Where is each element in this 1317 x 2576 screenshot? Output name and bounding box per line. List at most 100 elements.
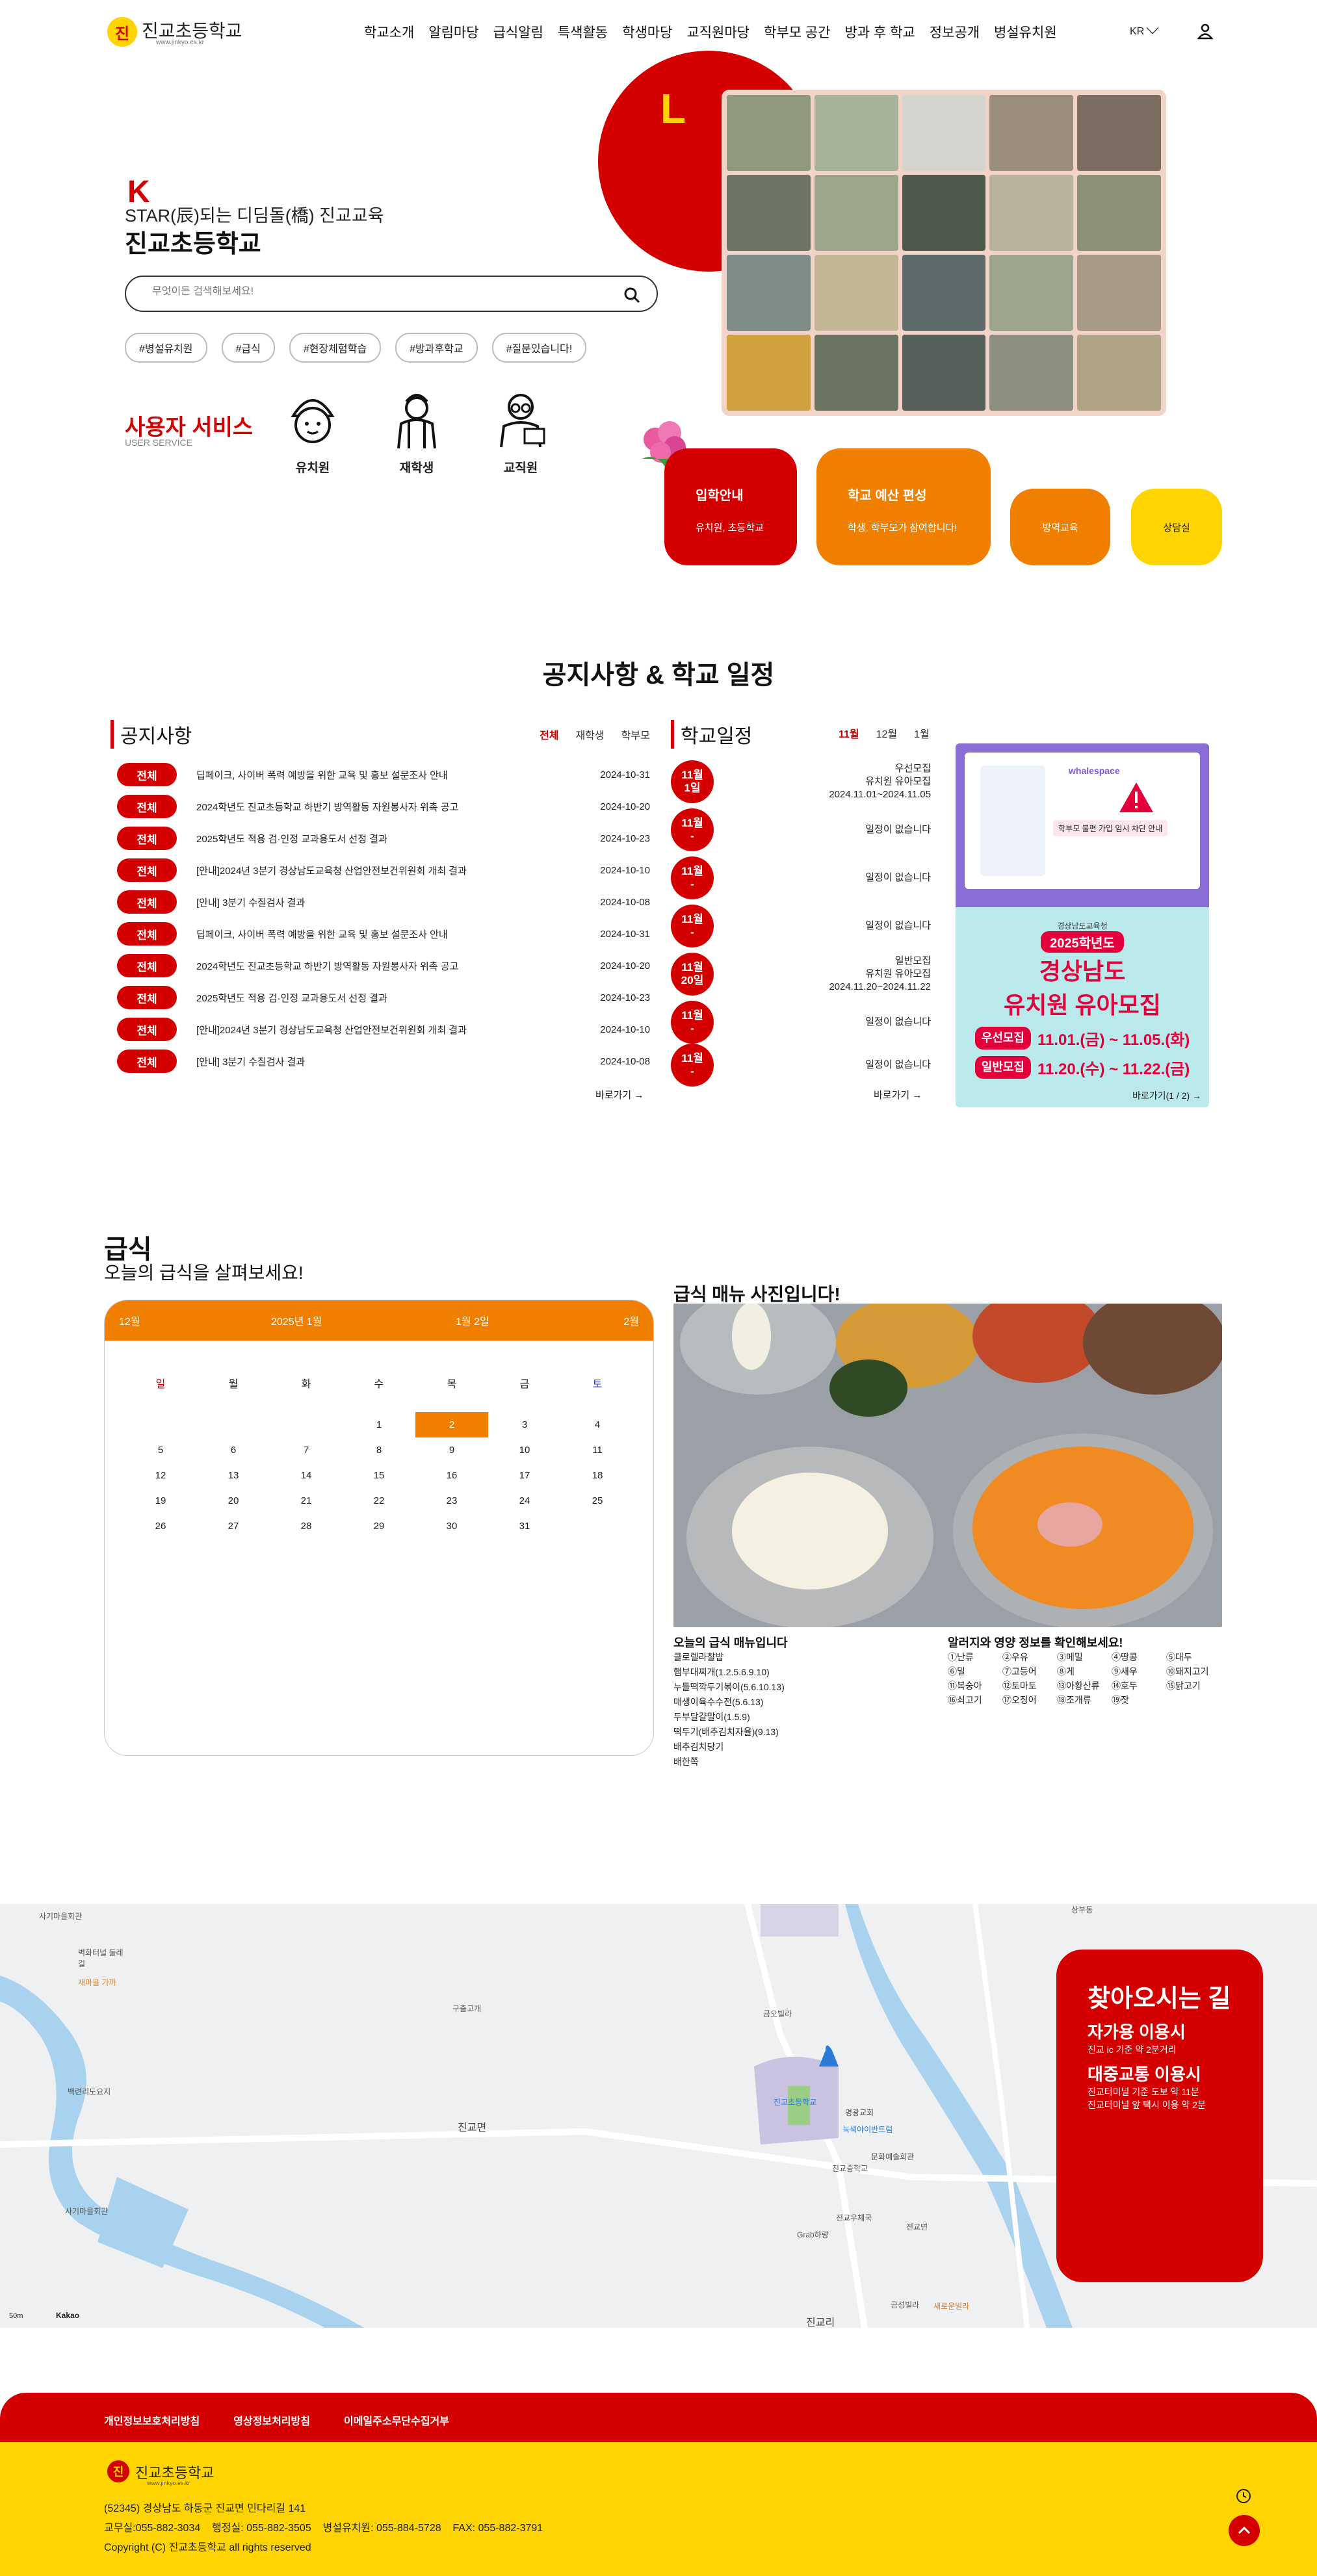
notice-filter-student[interactable]: 재학생 xyxy=(575,727,604,742)
calendar-day[interactable]: 14 xyxy=(270,1463,343,1488)
hashtag-question[interactable]: #질문있습니다! xyxy=(491,333,587,363)
schedule-row[interactable]: 11월 1일 우선모집 유치원 유아모집 2024.11.01~2024.11.05 xyxy=(671,760,931,803)
calendar-day[interactable]: 29 xyxy=(343,1513,415,1539)
month-tab[interactable]: 12월 xyxy=(876,725,898,741)
popup-banner[interactable]: whalespace 학부모 불편 가입 임시 차단 안내 경상남도교육청 20… xyxy=(956,743,1209,1107)
nav-item-kindergarten[interactable]: 병설유치원 xyxy=(994,22,1057,42)
counseling-card[interactable]: 상담실 xyxy=(1131,489,1222,565)
notice-title[interactable]: [안내] 3분기 수질검사 결과 xyxy=(196,895,585,909)
chevron-down-icon[interactable] xyxy=(1146,21,1159,34)
notice-row[interactable]: 전체 2024학년도 진교초등학교 하반기 방역활동 자원봉사자 위촉 공고 202… xyxy=(117,953,650,979)
schedule-row[interactable]: 11월 - 일정이 없습니다 xyxy=(671,1001,931,1044)
notice-title[interactable]: [안내]2024년 3분기 경상남도교육청 산업안전보건위원회 개최 결과 xyxy=(196,1023,585,1037)
schedule-more-link[interactable]: 바로가기 → xyxy=(874,1088,922,1101)
calendar-day[interactable]: 24 xyxy=(488,1488,561,1513)
calendar-day[interactable]: 17 xyxy=(488,1463,561,1488)
hashtag-fieldtrip[interactable]: #현장체험학습 xyxy=(289,333,382,363)
notice-row[interactable]: 전체 2025학년도 적용 검·인정 교과용도서 선정 결과 2024-10-23 xyxy=(117,985,650,1011)
activity-photo-collage[interactable] xyxy=(722,90,1166,416)
calendar-day[interactable]: 1 xyxy=(343,1412,415,1437)
calendar-day[interactable]: 15 xyxy=(343,1463,415,1488)
notice-row[interactable]: 전체 딥페이크, 사이버 폭력 예방을 위한 교육 및 홍보 설문조사 안내 202… xyxy=(117,921,650,947)
banner-pager[interactable]: 바로가기(1 / 2) → xyxy=(1132,1089,1201,1102)
service-staff[interactable]: 교직원 xyxy=(485,387,556,476)
notice-more-link[interactable]: 바로가기 → xyxy=(595,1088,644,1101)
quarantine-card[interactable]: 방역교육 xyxy=(1010,489,1110,565)
school-logo[interactable]: 진 xyxy=(107,17,137,47)
notice-row[interactable]: 전체 [안내]2024년 3분기 경상남도교육청 산업안전보건위원회 개최 결과 2… xyxy=(117,1016,650,1042)
nav-item-afterschool[interactable]: 방과 후 학교 xyxy=(844,22,915,42)
nav-item-meal[interactable]: 급식알림 xyxy=(493,22,543,42)
language-select[interactable]: KR xyxy=(1130,26,1144,38)
notice-row[interactable]: 전체 [안내] 3분기 수질검사 결과 2024-10-08 xyxy=(117,1048,650,1074)
calendar-day[interactable]: 25 xyxy=(561,1488,634,1513)
calendar-day[interactable]: 7 xyxy=(270,1437,343,1463)
search-icon[interactable] xyxy=(623,286,641,304)
school-map-marker[interactable]: 진교초등학교 xyxy=(774,2096,816,2107)
nav-item-student[interactable]: 학생마당 xyxy=(622,22,672,42)
schedule-row[interactable]: 11월 - 일정이 없습니다 xyxy=(671,1044,931,1087)
calendar-day[interactable]: 8 xyxy=(343,1437,415,1463)
notice-row[interactable]: 전체 2025학년도 적용 검·인정 교과용도서 선정 결과 2024-10-23 xyxy=(117,825,650,851)
notice-title[interactable]: 딥페이크, 사이버 폭력 예방을 위한 교육 및 홍보 설문조사 안내 xyxy=(196,768,585,782)
month-tab[interactable]: 11월 xyxy=(839,725,859,741)
calendar-day[interactable]: 31 xyxy=(488,1513,561,1539)
calendar-day[interactable]: 27 xyxy=(197,1513,270,1539)
calendar-day[interactable]: 11 xyxy=(561,1437,634,1463)
notice-title[interactable]: 2025학년도 적용 검·인정 교과용도서 선정 결과 xyxy=(196,991,585,1005)
notice-filter-all[interactable]: 전체 xyxy=(540,727,558,742)
scroll-top-button[interactable] xyxy=(1229,2515,1260,2546)
schedule-row[interactable]: 11월 - 일정이 없습니다 xyxy=(671,857,931,899)
nav-item-notice[interactable]: 알림마당 xyxy=(428,22,478,42)
notice-title[interactable]: [안내]2024년 3분기 경상남도교육청 산업안전보건위원회 개최 결과 xyxy=(196,864,585,877)
month-tab[interactable]: 1월 xyxy=(914,725,930,741)
nav-item-staff[interactable]: 교직원마당 xyxy=(686,22,750,42)
notice-row[interactable]: 전체 [안내]2024년 3분기 경상남도교육청 산업안전보건위원회 개최 결과 2… xyxy=(117,857,650,883)
calendar-day[interactable]: 4 xyxy=(561,1412,634,1437)
calendar-day[interactable]: 6 xyxy=(197,1437,270,1463)
calendar-day[interactable]: 28 xyxy=(270,1513,343,1539)
notice-filter-parent[interactable]: 학부모 xyxy=(621,727,650,742)
calendar-day[interactable]: 9 xyxy=(415,1437,488,1463)
nav-item-disclosure[interactable]: 정보공개 xyxy=(930,22,980,42)
calendar-day[interactable]: 20 xyxy=(197,1488,270,1513)
schedule-row[interactable]: 11월 - 일정이 없습니다 xyxy=(671,905,931,947)
calendar-day[interactable]: 23 xyxy=(415,1488,488,1513)
nav-item-parent[interactable]: 학부모 공간 xyxy=(764,22,830,42)
calendar-day[interactable]: 13 xyxy=(197,1463,270,1488)
hashtag-meal[interactable]: #급식 xyxy=(221,333,275,363)
nav-item-activity[interactable]: 특색활동 xyxy=(558,22,608,42)
notice-title[interactable]: 2024학년도 진교초등학교 하반기 방역활동 자원봉사자 위촉 공고 xyxy=(196,959,585,973)
schedule-row[interactable]: 11월 - 일정이 없습니다 xyxy=(671,808,931,851)
calendar-day[interactable]: 12 xyxy=(124,1463,197,1488)
service-student[interactable]: 재학생 xyxy=(381,387,452,476)
budget-card[interactable]: 학교 예산 편성 학생, 학부모가 참여합니다! xyxy=(816,448,991,565)
privacy-policy-link[interactable]: 개인정보보호처리방침 xyxy=(104,2412,200,2428)
prev-month-button[interactable]: 12월 xyxy=(119,1313,140,1328)
meal-photo[interactable] xyxy=(673,1304,1222,1627)
calendar-day[interactable]: 10 xyxy=(488,1437,561,1463)
notice-title[interactable]: 딥페이크, 사이버 폭력 예방을 위한 교육 및 홍보 설문조사 안내 xyxy=(196,927,585,941)
search-input[interactable] xyxy=(152,286,594,298)
calendar-day[interactable]: 19 xyxy=(124,1488,197,1513)
next-month-button[interactable]: 2월 xyxy=(623,1313,639,1328)
notice-title[interactable]: [안내] 3분기 수질검사 결과 xyxy=(196,1055,585,1068)
video-policy-link[interactable]: 영상정보처리방침 xyxy=(233,2412,310,2428)
calendar-day[interactable]: 16 xyxy=(415,1463,488,1488)
clock-icon[interactable] xyxy=(1235,2488,1252,2505)
email-policy-link[interactable]: 이메일주소무단수집거부 xyxy=(344,2412,449,2428)
notice-title[interactable]: 2025학년도 적용 검·인정 교과용도서 선정 결과 xyxy=(196,832,585,845)
calendar-day[interactable]: 18 xyxy=(561,1463,634,1488)
notice-title[interactable]: 2024학년도 진교초등학교 하반기 방역활동 자원봉사자 위촉 공고 xyxy=(196,800,585,814)
admission-card[interactable]: 입학안내 유치원, 초등학교 xyxy=(664,448,797,565)
service-kindergarten[interactable]: 유치원 xyxy=(277,387,348,476)
calendar-day[interactable]: 5 xyxy=(124,1437,197,1463)
calendar-day[interactable]: 3 xyxy=(488,1412,561,1437)
user-icon[interactable] xyxy=(1196,22,1214,40)
hashtag-afterschool[interactable]: #방과후학교 xyxy=(395,333,478,363)
hashtag-kindergarten[interactable]: #병설유치원 xyxy=(125,333,207,363)
calendar-day[interactable]: 22 xyxy=(343,1488,415,1513)
notice-row[interactable]: 전체 2024학년도 진교초등학교 하반기 방역활동 자원봉사자 위촉 공고 202… xyxy=(117,793,650,819)
calendar-day[interactable]: 30 xyxy=(415,1513,488,1539)
notice-row[interactable]: 전체 딥페이크, 사이버 폭력 예방을 위한 교육 및 홍보 설문조사 안내 202… xyxy=(117,762,650,788)
